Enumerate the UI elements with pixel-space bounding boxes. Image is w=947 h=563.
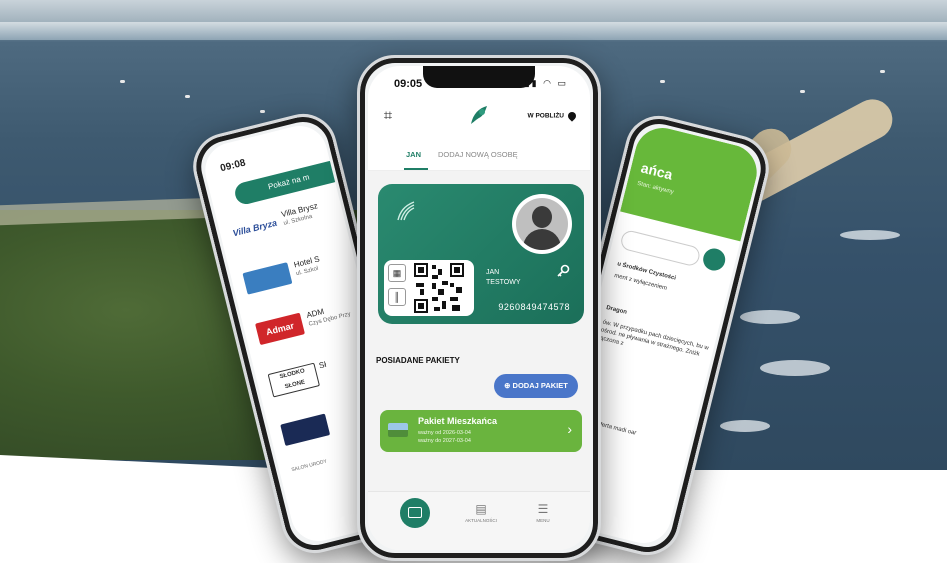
wave-foam [740,310,800,324]
status-bar: 09:05 ▮▮ ◠ ▭ [368,66,590,94]
avatar [512,194,572,254]
bottom-nav: ▤ AKTUALNOŚCI ☰ MENU [368,491,590,550]
add-package-label: DODAJ PAKIET [512,381,568,390]
kite [880,70,885,73]
qr-code [414,263,464,313]
package-thumbnail [388,423,408,437]
kite [660,80,665,83]
filter-button[interactable] [700,246,728,273]
nearby-button[interactable]: W POBLIŻU [527,110,578,122]
nav-news-label: AKTUALNOŚCI [465,518,497,523]
card-holder-first: JAN [486,269,500,276]
horizon [0,22,947,40]
resident-card[interactable]: ▦ ║ JAN TESTOWY 9260849474578 [378,184,584,324]
phone-main: 09:05 ▮▮ ◠ ▭ ⌗ W POBLIŻU JAN DODAJ NOWĄ … [357,55,601,561]
listing-logo: SŁODKO SŁONE [267,362,321,398]
add-package-button[interactable]: ⊕ DODAJ PAKIET [494,374,578,398]
package-status: Stan: aktywny [636,180,675,196]
card-logo-icon [397,201,415,221]
news-icon: ▤ [475,502,487,516]
id-card-icon [408,507,422,518]
section-title: POSIADANE PAKIETY [376,356,460,365]
wave-foam [720,420,770,432]
qr-scan-icon[interactable]: ⌗ [380,108,396,124]
status-time: 09:08 [219,157,247,175]
main-screen: 09:05 ▮▮ ◠ ▭ ⌗ W POBLIŻU JAN DODAJ NOWĄ … [368,66,590,550]
listing-logo: Villa Bryza [231,217,278,239]
nearby-label: W POBLIŻU [527,112,564,120]
package-name: Pakiet Mieszkańca [418,416,498,426]
kite [800,90,805,93]
chevron-right-icon: › [567,421,572,437]
key-icon [557,264,570,277]
kite [185,95,190,98]
card-holder: JAN TESTOWY [486,268,520,288]
person-tabs: JAN DODAJ NOWĄ OSOBĘ [368,144,590,171]
hero-scene: 09:08 Pokaż na m Villa Bryza Villa Brysz… [0,0,947,563]
listing-logo [242,262,293,295]
notch [423,66,535,88]
active-tab-indicator [404,168,428,170]
card-holder-last: TESTOWY [486,279,521,286]
code-type-switch[interactable]: ▦ ║ [388,264,406,312]
menu-icon: ☰ [537,502,549,516]
avatar-image [516,198,568,250]
tab-jan[interactable]: JAN [406,150,421,159]
top-bar: ⌗ W POBLIŻU [368,102,590,138]
package-header: ańca Stan: aktywny [620,122,763,242]
kite [260,110,265,113]
avatar-head [532,206,552,228]
nav-news[interactable]: ▤ AKTUALNOŚCI [456,502,506,523]
location-pin-icon [566,110,578,122]
signal-wifi-battery-icon: ▮▮ ◠ ▭ [524,78,568,88]
barcode-icon[interactable]: ║ [388,288,406,306]
listing-name: Sł [318,359,328,371]
nav-menu-label: MENU [536,518,550,523]
qr-code-icon[interactable]: ▦ [388,264,406,282]
package-item[interactable]: Pakiet Mieszkańca ważny od 2026-03-04 wa… [380,410,582,452]
kite [120,80,125,83]
listing-logo: Admar [255,312,305,346]
code-panel[interactable]: ▦ ║ [384,260,474,316]
card-number: 9260849474578 [498,302,570,312]
tab-add-person[interactable]: DODAJ NOWĄ OSOBĘ [438,150,518,159]
wave-foam [760,360,830,376]
package-valid-to: ważny do 2027-03-04 [418,438,471,444]
package-title: ańca [639,159,675,183]
app-logo-icon [471,106,487,124]
nav-menu[interactable]: ☰ MENU [518,502,568,523]
listing-logo [280,413,331,447]
nav-card-button[interactable] [400,498,430,528]
search-input[interactable] [619,228,702,268]
wave-foam [840,230,900,240]
status-time: 09:05 [394,78,423,90]
package-valid-from: ważny od 2026-03-04 [418,430,471,436]
avatar-body [523,229,561,250]
